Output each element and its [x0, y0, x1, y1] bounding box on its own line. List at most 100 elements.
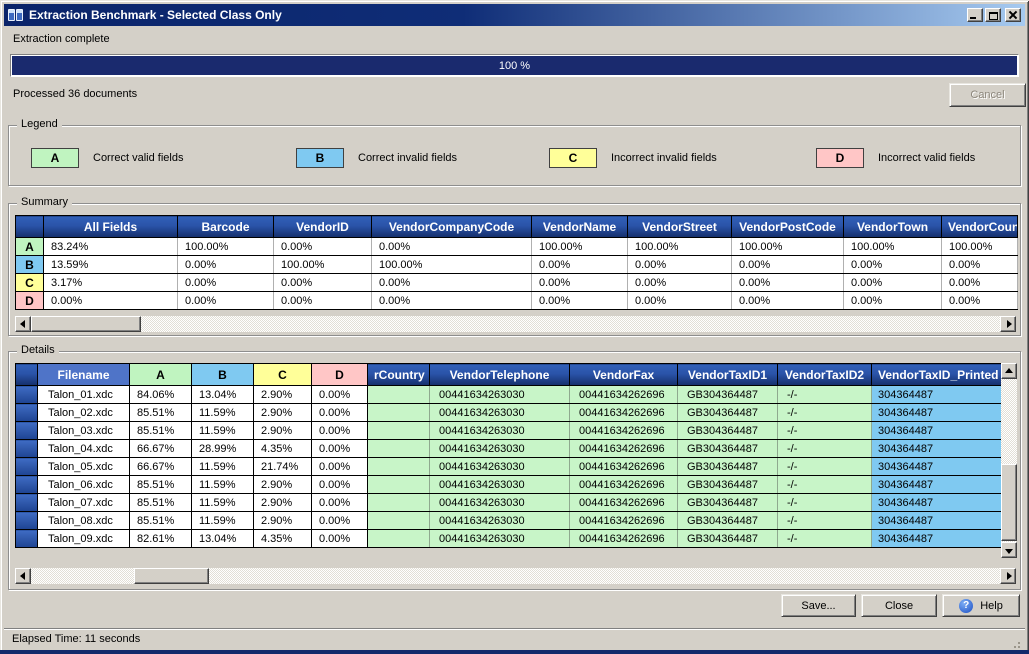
details-cell[interactable]: Talon_02.xdc [38, 404, 130, 422]
details-cell[interactable]: 82.61% [130, 530, 192, 548]
details-cell[interactable] [368, 440, 430, 458]
details-cell[interactable]: 00441634262696 [570, 458, 678, 476]
details-cell[interactable]: GB304364487 [678, 440, 778, 458]
details-cell[interactable]: 00441634263030 [430, 476, 570, 494]
details-cell[interactable]: -/- [778, 530, 872, 548]
details-cell[interactable]: 0.00% [312, 494, 368, 512]
details-cell[interactable]: 11.59% [192, 494, 254, 512]
row-selector[interactable] [16, 404, 38, 422]
details-cell[interactable]: -/- [778, 404, 872, 422]
scroll-left-button[interactable] [15, 568, 31, 584]
details-cell[interactable]: 304364487 [872, 476, 1002, 494]
details-cell[interactable]: 2.90% [254, 404, 312, 422]
details-cell[interactable]: 00441634262696 [570, 476, 678, 494]
details-cell[interactable]: 304364487 [872, 422, 1002, 440]
details-cell[interactable]: -/- [778, 386, 872, 404]
details-cell[interactable]: 0.00% [312, 422, 368, 440]
close-button[interactable] [1005, 8, 1021, 22]
details-cell[interactable] [368, 404, 430, 422]
details-cell[interactable]: 00441634262696 [570, 422, 678, 440]
details-cell[interactable] [368, 386, 430, 404]
details-cell[interactable] [368, 458, 430, 476]
save-button[interactable]: Save... [781, 594, 856, 617]
details-cell[interactable]: GB304364487 [678, 458, 778, 476]
details-cell[interactable]: 0.00% [312, 530, 368, 548]
details-cell[interactable]: 00441634263030 [430, 494, 570, 512]
details-cell[interactable]: 00441634262696 [570, 386, 678, 404]
scroll-left-button[interactable] [15, 316, 31, 332]
details-cell[interactable]: 28.99% [192, 440, 254, 458]
details-cell[interactable]: 00441634262696 [570, 530, 678, 548]
details-cell[interactable]: Talon_01.xdc [38, 386, 130, 404]
details-cell[interactable]: 85.51% [130, 422, 192, 440]
details-cell[interactable]: GB304364487 [678, 404, 778, 422]
scroll-right-button[interactable] [1000, 316, 1016, 332]
details-cell[interactable]: -/- [778, 458, 872, 476]
details-cell[interactable]: 304364487 [872, 494, 1002, 512]
details-cell[interactable]: 11.59% [192, 404, 254, 422]
details-cell[interactable]: GB304364487 [678, 422, 778, 440]
details-cell[interactable]: 11.59% [192, 512, 254, 530]
details-cell[interactable] [368, 530, 430, 548]
scroll-down-button[interactable] [1001, 542, 1017, 558]
details-cell[interactable]: -/- [778, 422, 872, 440]
details-cell[interactable]: 85.51% [130, 476, 192, 494]
details-cell[interactable]: 0.00% [312, 440, 368, 458]
scrollbar-thumb[interactable] [1001, 464, 1017, 541]
details-cell[interactable]: 0.00% [312, 386, 368, 404]
details-cell[interactable]: 2.90% [254, 476, 312, 494]
details-cell[interactable]: 00441634263030 [430, 512, 570, 530]
details-cell[interactable]: 0.00% [312, 458, 368, 476]
details-cell[interactable]: Talon_09.xdc [38, 530, 130, 548]
details-cell[interactable]: 0.00% [312, 476, 368, 494]
details-cell[interactable]: GB304364487 [678, 494, 778, 512]
details-cell[interactable]: -/- [778, 476, 872, 494]
details-cell[interactable]: GB304364487 [678, 386, 778, 404]
details-cell[interactable]: 4.35% [254, 530, 312, 548]
details-cell[interactable] [368, 476, 430, 494]
details-cell[interactable]: -/- [778, 512, 872, 530]
row-selector[interactable] [16, 530, 38, 548]
details-cell[interactable]: 21.74% [254, 458, 312, 476]
details-cell[interactable]: 304364487 [872, 440, 1002, 458]
details-cell[interactable]: 304364487 [872, 404, 1002, 422]
row-selector[interactable] [16, 386, 38, 404]
minimize-button[interactable] [967, 8, 983, 22]
row-selector[interactable] [16, 422, 38, 440]
details-cell[interactable]: 11.59% [192, 458, 254, 476]
details-cell[interactable]: 00441634262696 [570, 440, 678, 458]
maximize-button[interactable] [985, 8, 1001, 22]
details-cell[interactable]: 2.90% [254, 386, 312, 404]
details-cell[interactable]: 85.51% [130, 494, 192, 512]
row-selector[interactable] [16, 494, 38, 512]
details-cell[interactable]: 2.90% [254, 512, 312, 530]
details-cell[interactable]: 00441634263030 [430, 422, 570, 440]
scrollbar-thumb[interactable] [31, 316, 141, 332]
details-cell[interactable]: 304364487 [872, 530, 1002, 548]
cancel-button[interactable]: Cancel [949, 83, 1026, 107]
details-cell[interactable]: 66.67% [130, 440, 192, 458]
details-cell[interactable]: 00441634262696 [570, 404, 678, 422]
details-horizontal-scrollbar[interactable] [15, 568, 1016, 584]
summary-horizontal-scrollbar[interactable] [15, 316, 1016, 332]
details-cell[interactable]: Talon_08.xdc [38, 512, 130, 530]
details-cell[interactable]: 11.59% [192, 422, 254, 440]
resize-grip-icon[interactable] [1018, 642, 1020, 644]
row-selector[interactable] [16, 476, 38, 494]
details-cell[interactable]: -/- [778, 494, 872, 512]
details-cell[interactable]: 00441634263030 [430, 386, 570, 404]
details-cell[interactable] [368, 422, 430, 440]
details-cell[interactable]: GB304364487 [678, 476, 778, 494]
details-cell[interactable]: 00441634262696 [570, 512, 678, 530]
details-cell[interactable]: 304364487 [872, 512, 1002, 530]
details-cell[interactable]: 66.67% [130, 458, 192, 476]
details-cell[interactable]: 2.90% [254, 422, 312, 440]
help-button[interactable]: ? Help [942, 594, 1020, 617]
details-cell[interactable]: 85.51% [130, 404, 192, 422]
details-cell[interactable]: 304364487 [872, 458, 1002, 476]
row-selector[interactable] [16, 458, 38, 476]
details-cell[interactable]: Talon_03.xdc [38, 422, 130, 440]
details-cell[interactable]: 00441634263030 [430, 404, 570, 422]
scroll-right-button[interactable] [1000, 568, 1016, 584]
scroll-up-button[interactable] [1001, 363, 1017, 379]
